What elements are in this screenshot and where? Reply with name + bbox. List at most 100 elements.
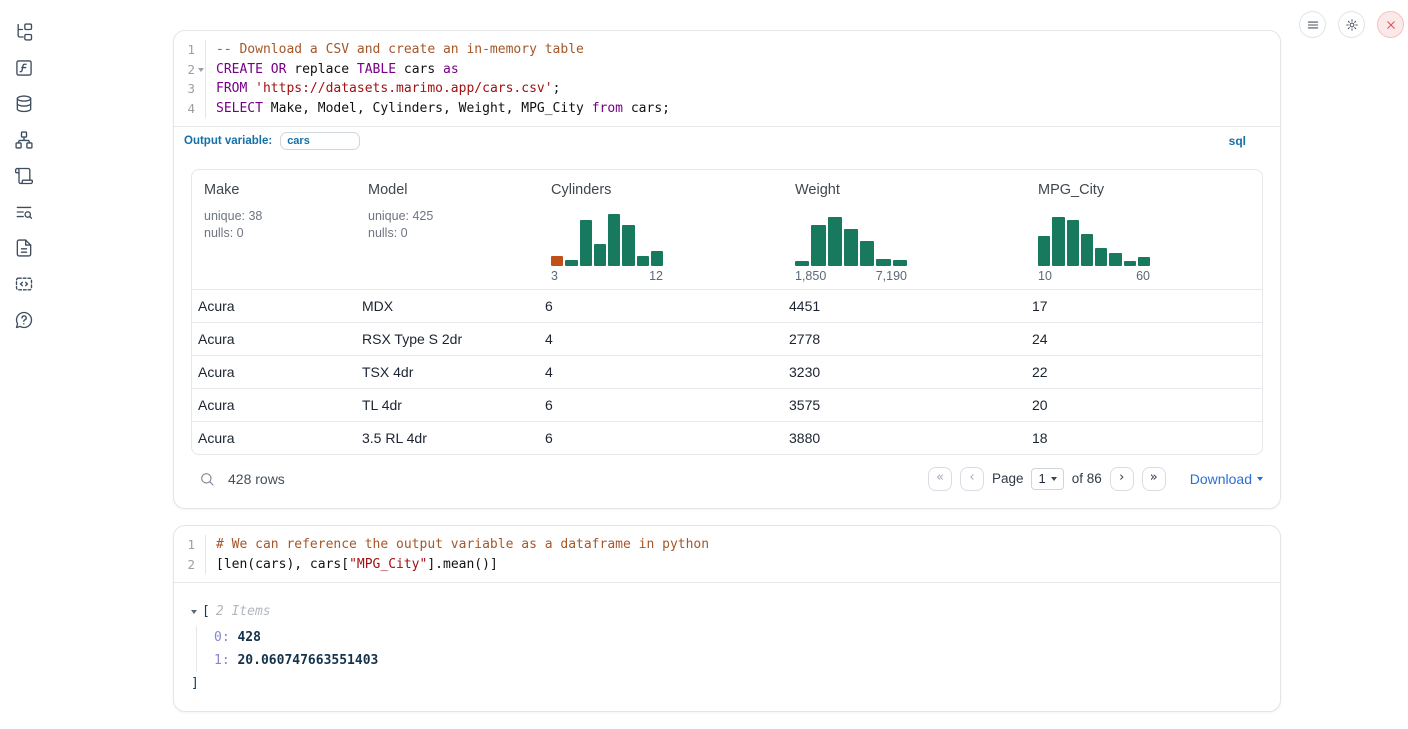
tree-entry: 0: 428: [214, 626, 1263, 649]
weight-histogram: 1,850 7,190: [795, 214, 907, 283]
sql-output-area: Make unique: 38 nulls: 0 Model unique: 4…: [174, 154, 1280, 508]
chevron-down-icon: [1257, 477, 1263, 481]
histogram-bar: [551, 256, 563, 266]
menu-button[interactable]: [1299, 11, 1326, 38]
code-line: CREATE OR replace TABLE cars as: [216, 60, 1280, 80]
histogram-bar: [795, 261, 809, 266]
histogram-bar: [844, 229, 858, 266]
mpg-city-histogram: 10 60: [1038, 214, 1150, 283]
close-bracket: ]: [191, 675, 1263, 693]
code-line: -- Download a CSV and create an in-memor…: [216, 40, 1280, 60]
column-stats: unique: 425 nulls: 0: [368, 208, 539, 242]
documentation-icon[interactable]: [14, 238, 34, 258]
column-header-cylinders[interactable]: Cylinders 3 12: [539, 182, 783, 283]
histogram-bar: [1067, 220, 1079, 266]
column-header-weight[interactable]: Weight 1,850 7,190: [783, 182, 1026, 283]
logs-icon[interactable]: [14, 166, 34, 186]
histogram-bar: [876, 259, 890, 266]
code-line: SELECT Make, Model, Cylinders, Weight, M…: [216, 99, 1280, 119]
file-tree-icon[interactable]: [14, 22, 34, 42]
histogram-bar: [565, 260, 577, 266]
table-row: Acura TL 4dr 6 3575 20: [192, 388, 1262, 421]
helper-panel-rail: [0, 0, 48, 729]
download-button[interactable]: Download: [1190, 471, 1263, 487]
open-bracket: [: [202, 603, 210, 621]
histogram-bar: [1138, 257, 1150, 266]
hist-min-label: 1,850: [795, 269, 826, 283]
shutdown-close-button[interactable]: [1377, 11, 1404, 38]
page-label: Page: [992, 471, 1024, 486]
page-select[interactable]: 1: [1031, 468, 1063, 490]
items-count-label: 2 Items: [216, 603, 271, 621]
settings-gear-button[interactable]: [1338, 11, 1365, 38]
histogram-bar: [622, 225, 634, 266]
column-header-make[interactable]: Make unique: 38 nulls: 0: [192, 182, 356, 283]
snippets-icon[interactable]: [14, 274, 34, 294]
notebook: 1 2 3 4 -- Download a CSV and create an …: [173, 30, 1281, 712]
python-cell: 1 2 # We can reference the output variab…: [173, 525, 1281, 712]
cylinders-histogram: 3 12: [551, 214, 663, 283]
histogram-bar: [594, 244, 606, 266]
fold-chevron-icon[interactable]: [198, 68, 204, 72]
first-page-button[interactable]: «: [928, 467, 952, 491]
histogram-bar: [651, 251, 663, 266]
hist-max-label: 60: [1136, 269, 1150, 283]
line-number: 2: [174, 60, 205, 80]
hist-min-label: 10: [1038, 269, 1052, 283]
language-badge: sql: [1229, 134, 1246, 148]
column-stats: unique: 38 nulls: 0: [204, 208, 356, 242]
histogram-bar: [637, 256, 649, 266]
help-icon[interactable]: [14, 310, 34, 330]
histogram-bar: [1052, 217, 1064, 266]
line-number: 2: [174, 555, 205, 575]
sql-code-editor[interactable]: 1 2 3 4 -- Download a CSV and create an …: [174, 31, 1280, 126]
table-footer: 428 rows « ‹ Page 1 of 86 › » Download: [191, 455, 1263, 496]
code-line: # We can reference the output variable a…: [216, 535, 1280, 555]
column-header-model[interactable]: Model unique: 425 nulls: 0: [356, 182, 539, 283]
column-header-mpg-city[interactable]: MPG_City 10 60: [1026, 182, 1262, 283]
line-number: 1: [174, 40, 205, 60]
histogram-bar: [828, 217, 842, 266]
line-number: 4: [174, 99, 205, 119]
tree-entries: 0: 428 1: 20.060747663551403: [196, 626, 1263, 672]
code-lines: -- Download a CSV and create an in-memor…: [206, 40, 1280, 118]
table-row: Acura 3.5 RL 4dr 6 3880 18: [192, 421, 1262, 454]
histogram-bar: [893, 260, 907, 266]
code-line: FROM 'https://datasets.marimo.app/cars.c…: [216, 79, 1280, 99]
search-icon[interactable]: [199, 471, 215, 487]
sql-cell-toolbar: Output variable: sql: [174, 126, 1280, 154]
code-line: [len(cars), cars["MPG_City"].mean()]: [216, 555, 1280, 575]
table-header-row: Make unique: 38 nulls: 0 Model unique: 4…: [192, 170, 1262, 289]
line-number: 1: [174, 535, 205, 555]
pagination: « ‹ Page 1 of 86 › » Download: [928, 467, 1263, 491]
histogram-bar: [1124, 261, 1136, 266]
next-page-button[interactable]: ›: [1110, 467, 1134, 491]
hist-max-label: 12: [649, 269, 663, 283]
total-pages-label: of 86: [1072, 471, 1102, 486]
dependency-graph-icon[interactable]: [14, 130, 34, 150]
notebook-actions: [1299, 11, 1404, 38]
variables-icon[interactable]: [14, 58, 34, 78]
histogram-bar: [1081, 234, 1093, 266]
table-row: Acura RSX Type S 2dr 4 2778 24: [192, 322, 1262, 355]
previous-page-button[interactable]: ‹: [960, 467, 984, 491]
datasources-icon[interactable]: [14, 94, 34, 114]
table-row: Acura TSX 4dr 4 3230 22: [192, 355, 1262, 388]
python-code-editor[interactable]: 1 2 # We can reference the output variab…: [174, 526, 1280, 582]
python-output-tree: [ 2 Items 0: 428 1: 20.060747663551403 ]: [174, 583, 1280, 711]
scratchpad-search-icon[interactable]: [14, 202, 34, 222]
histogram-bar: [860, 241, 874, 266]
row-count: 428 rows: [228, 471, 285, 487]
histogram-bar: [1038, 236, 1050, 266]
histogram-bar: [811, 225, 825, 266]
hist-max-label: 7,190: [876, 269, 907, 283]
tree-entry: 1: 20.060747663551403: [214, 649, 1263, 672]
histogram-bar: [580, 220, 592, 266]
last-page-button[interactable]: »: [1142, 467, 1166, 491]
histogram-bar: [1109, 253, 1121, 266]
output-variable-label: Output variable:: [184, 135, 272, 147]
code-lines: # We can reference the output variable a…: [206, 535, 1280, 574]
collapse-chevron-icon[interactable]: [191, 610, 197, 614]
histogram-bar: [608, 214, 620, 266]
output-variable-input[interactable]: [280, 132, 360, 150]
